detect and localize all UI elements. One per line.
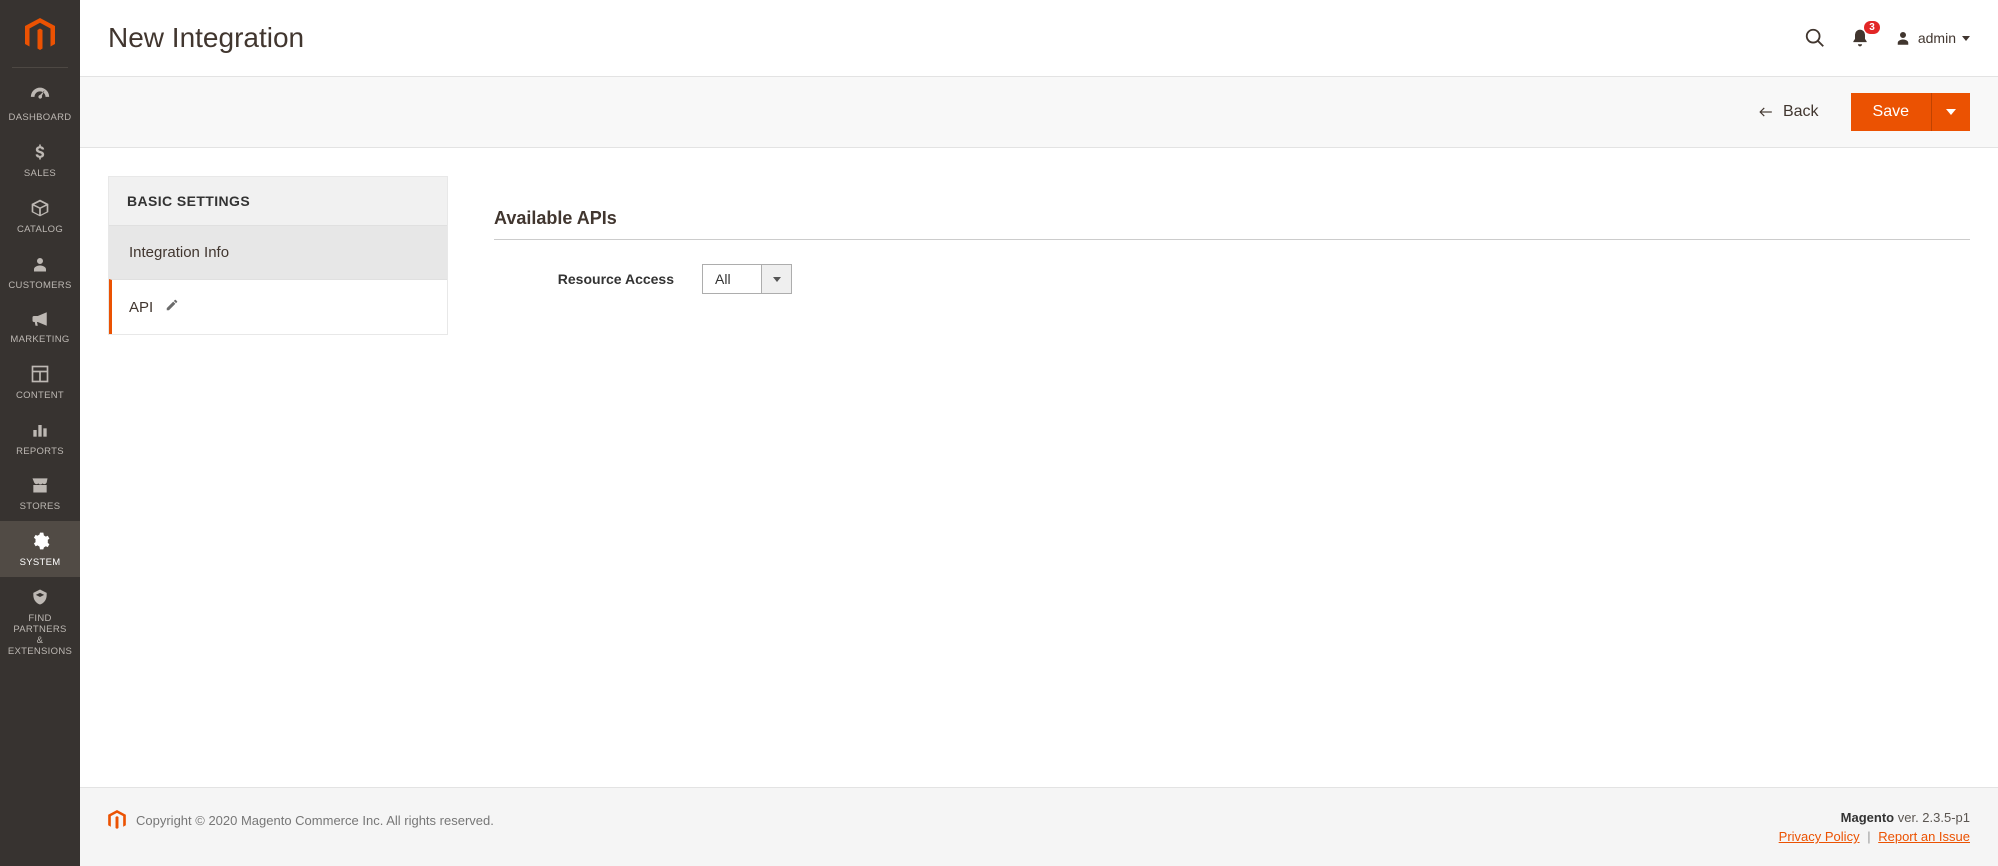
product-name: Magento: [1841, 810, 1894, 825]
magento-logo[interactable]: [12, 0, 68, 68]
notification-badge: 3: [1864, 21, 1880, 34]
footer: Copyright © 2020 Magento Commerce Inc. A…: [80, 787, 1998, 866]
save-button[interactable]: Save: [1851, 93, 1931, 131]
sidebar-item-stores[interactable]: STORES: [0, 465, 80, 521]
footer-left: Copyright © 2020 Magento Commerce Inc. A…: [108, 810, 494, 830]
sidebar-label: FIND PARTNERS & EXTENSIONS: [4, 614, 76, 658]
sidebar-label: DASHBOARD: [9, 113, 72, 124]
sidebar-item-sales[interactable]: SALES: [0, 132, 80, 188]
username-label: admin: [1918, 30, 1956, 46]
gauge-icon: [29, 84, 51, 109]
magento-logo-small: [108, 810, 126, 830]
sidebar-label: MARKETING: [10, 335, 69, 346]
megaphone-icon: [30, 310, 50, 331]
chevron-down-icon: [1946, 109, 1956, 115]
notifications-button[interactable]: 3: [1850, 27, 1870, 49]
sidebar-label: SALES: [24, 169, 56, 180]
arrow-left-icon: [1757, 105, 1775, 119]
settings-panel: BASIC SETTINGS Integration Info API: [108, 176, 448, 335]
admin-sidebar: DASHBOARD SALES CATALOG CUSTOMERS MARKET…: [0, 0, 80, 866]
chevron-down-icon: [1962, 36, 1970, 41]
partners-icon: [30, 587, 50, 610]
sidebar-item-reports[interactable]: REPORTS: [0, 410, 80, 466]
search-button[interactable]: [1804, 27, 1826, 49]
section-title: Available APIs: [494, 208, 1970, 240]
dollar-icon: [30, 142, 50, 165]
report-issue-link[interactable]: Report an Issue: [1878, 829, 1970, 844]
resource-access-label: Resource Access: [494, 271, 674, 287]
settings-heading: BASIC SETTINGS: [109, 177, 447, 225]
sidebar-item-system[interactable]: SYSTEM: [0, 521, 80, 577]
form-area: Available APIs Resource Access All: [494, 176, 1970, 294]
search-icon: [1804, 27, 1826, 49]
sidebar-label: REPORTS: [16, 447, 64, 458]
save-button-group: Save: [1851, 93, 1970, 131]
select-toggle[interactable]: [761, 265, 791, 293]
user-menu[interactable]: admin: [1894, 29, 1970, 47]
sidebar-label: CUSTOMERS: [8, 281, 71, 292]
sidebar-item-marketing[interactable]: MARKETING: [0, 300, 80, 354]
save-dropdown-toggle[interactable]: [1931, 93, 1970, 131]
settings-tab-api[interactable]: API: [109, 279, 447, 334]
settings-item-label: Integration Info: [129, 244, 229, 261]
sidebar-item-partners[interactable]: FIND PARTNERS & EXTENSIONS: [0, 577, 80, 666]
sidebar-item-content[interactable]: CONTENT: [0, 354, 80, 410]
footer-links: Privacy Policy | Report an Issue: [1779, 829, 1970, 844]
content-area: BASIC SETTINGS Integration Info API Avai…: [80, 148, 1998, 385]
version-prefix: ver.: [1894, 810, 1922, 825]
sidebar-item-customers[interactable]: CUSTOMERS: [0, 244, 80, 300]
copyright-text: Copyright © 2020 Magento Commerce Inc. A…: [136, 813, 494, 828]
pencil-icon: [165, 298, 179, 316]
gear-icon: [30, 531, 50, 554]
sidebar-label: CATALOG: [17, 225, 63, 236]
sidebar-label: SYSTEM: [20, 558, 61, 569]
page-header: New Integration 3 admin: [80, 0, 1998, 76]
settings-item-label: API: [129, 299, 153, 316]
back-button[interactable]: Back: [1747, 95, 1829, 129]
layout-icon: [30, 364, 50, 387]
chevron-down-icon: [773, 277, 781, 282]
person-icon: [31, 254, 49, 277]
bars-icon: [30, 420, 50, 443]
select-value: All: [703, 265, 761, 293]
toolbar: Back Save: [80, 76, 1998, 148]
sidebar-item-dashboard[interactable]: DASHBOARD: [0, 74, 80, 132]
version-number: 2.3.5-p1: [1922, 810, 1970, 825]
user-icon: [1894, 29, 1912, 47]
resource-access-field: Resource Access All: [494, 264, 1970, 294]
version-text: Magento ver. 2.3.5-p1: [1779, 810, 1970, 825]
sidebar-label: STORES: [20, 502, 61, 513]
box-icon: [30, 198, 50, 221]
header-actions: 3 admin: [1804, 27, 1970, 49]
sidebar-item-catalog[interactable]: CATALOG: [0, 188, 80, 244]
privacy-policy-link[interactable]: Privacy Policy: [1779, 829, 1860, 844]
settings-tab-integration-info[interactable]: Integration Info: [109, 225, 447, 279]
back-label: Back: [1783, 103, 1819, 121]
sidebar-label: CONTENT: [16, 391, 64, 402]
resource-access-select[interactable]: All: [702, 264, 792, 294]
divider: |: [1867, 829, 1870, 844]
main-area: New Integration 3 admin Back Save: [80, 0, 1998, 866]
store-icon: [30, 475, 50, 498]
page-title: New Integration: [108, 22, 304, 54]
footer-right: Magento ver. 2.3.5-p1 Privacy Policy | R…: [1779, 810, 1970, 844]
